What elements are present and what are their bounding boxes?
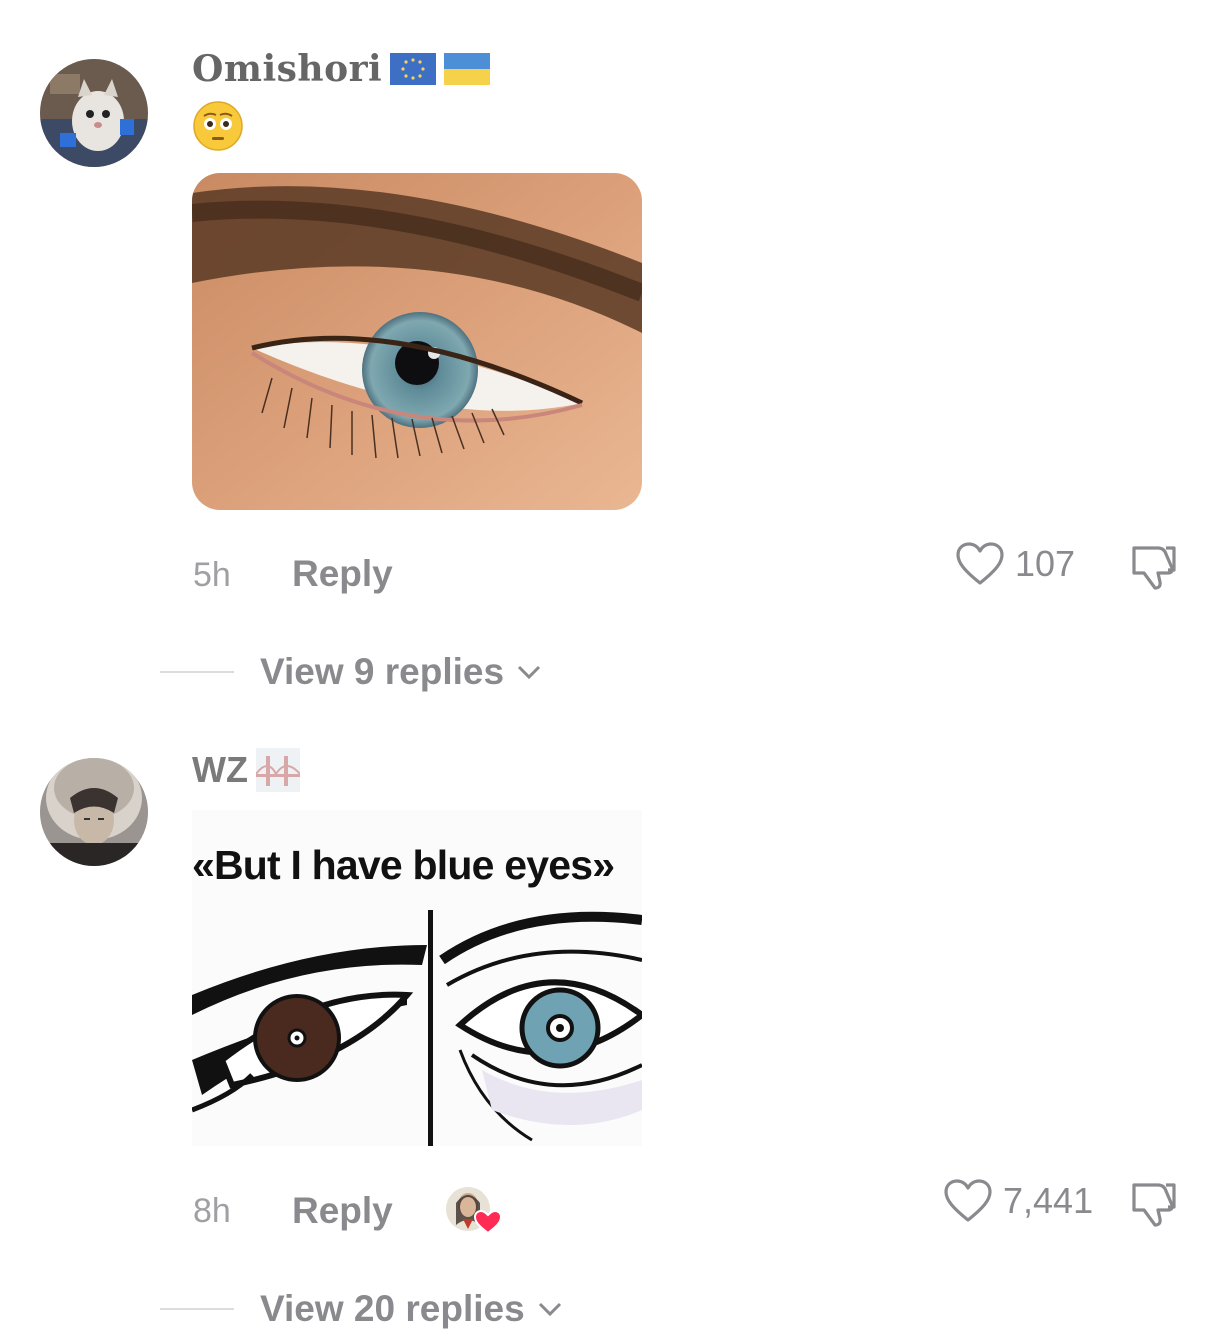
comment-emoji xyxy=(192,100,244,161)
eu-flag-icon xyxy=(390,53,437,85)
reply-button[interactable]: Reply xyxy=(292,1190,393,1232)
eyes-meme[interactable]: «But I have blue eyes» xyxy=(192,810,642,1146)
creator-liked-badge xyxy=(446,1185,504,1235)
heart-outline-icon xyxy=(944,1179,992,1222)
like-count: 7,441 xyxy=(1003,1180,1094,1221)
ukraine-flag-icon xyxy=(444,53,491,85)
thumbs-down-icon xyxy=(1132,1183,1176,1227)
comment-time: 5h xyxy=(193,556,231,594)
dislike-button[interactable] xyxy=(1128,1177,1180,1229)
view-replies-label: View 20 replies xyxy=(260,1288,525,1329)
chevron-down-icon xyxy=(538,1302,561,1317)
avatar[interactable] xyxy=(40,758,148,866)
username[interactable]: WZ xyxy=(192,748,300,792)
view-replies-button[interactable]: View 9 replies xyxy=(160,651,542,693)
thumbs-down-icon xyxy=(1132,546,1176,590)
dislike-button[interactable] xyxy=(1128,540,1180,592)
username-text: WZ xyxy=(192,749,248,790)
comment-time: 8h xyxy=(193,1192,231,1230)
bridge-sticker-icon xyxy=(255,748,300,792)
chevron-down-icon xyxy=(518,665,541,680)
like-button[interactable]: 107 xyxy=(955,541,1075,587)
flushed-face-icon xyxy=(193,101,243,151)
view-replies-button[interactable]: View 20 replies xyxy=(160,1288,563,1330)
like-button[interactable]: 7,441 xyxy=(943,1178,1093,1224)
cat-avatar-icon xyxy=(40,59,148,167)
divider xyxy=(160,1308,234,1310)
reply-button[interactable]: Reply xyxy=(292,553,393,595)
divider xyxy=(160,671,234,673)
creator-avatar-heart-icon xyxy=(446,1187,503,1235)
avatar[interactable] xyxy=(40,59,148,167)
like-count: 107 xyxy=(1015,543,1076,584)
heart-outline-icon xyxy=(956,542,1004,585)
person-avatar-icon xyxy=(40,758,148,866)
eye-photo[interactable] xyxy=(192,173,642,510)
view-replies-label: View 9 replies xyxy=(260,651,505,692)
username[interactable]: Omishori xyxy=(192,48,491,90)
username-text: Omishori xyxy=(192,48,383,90)
